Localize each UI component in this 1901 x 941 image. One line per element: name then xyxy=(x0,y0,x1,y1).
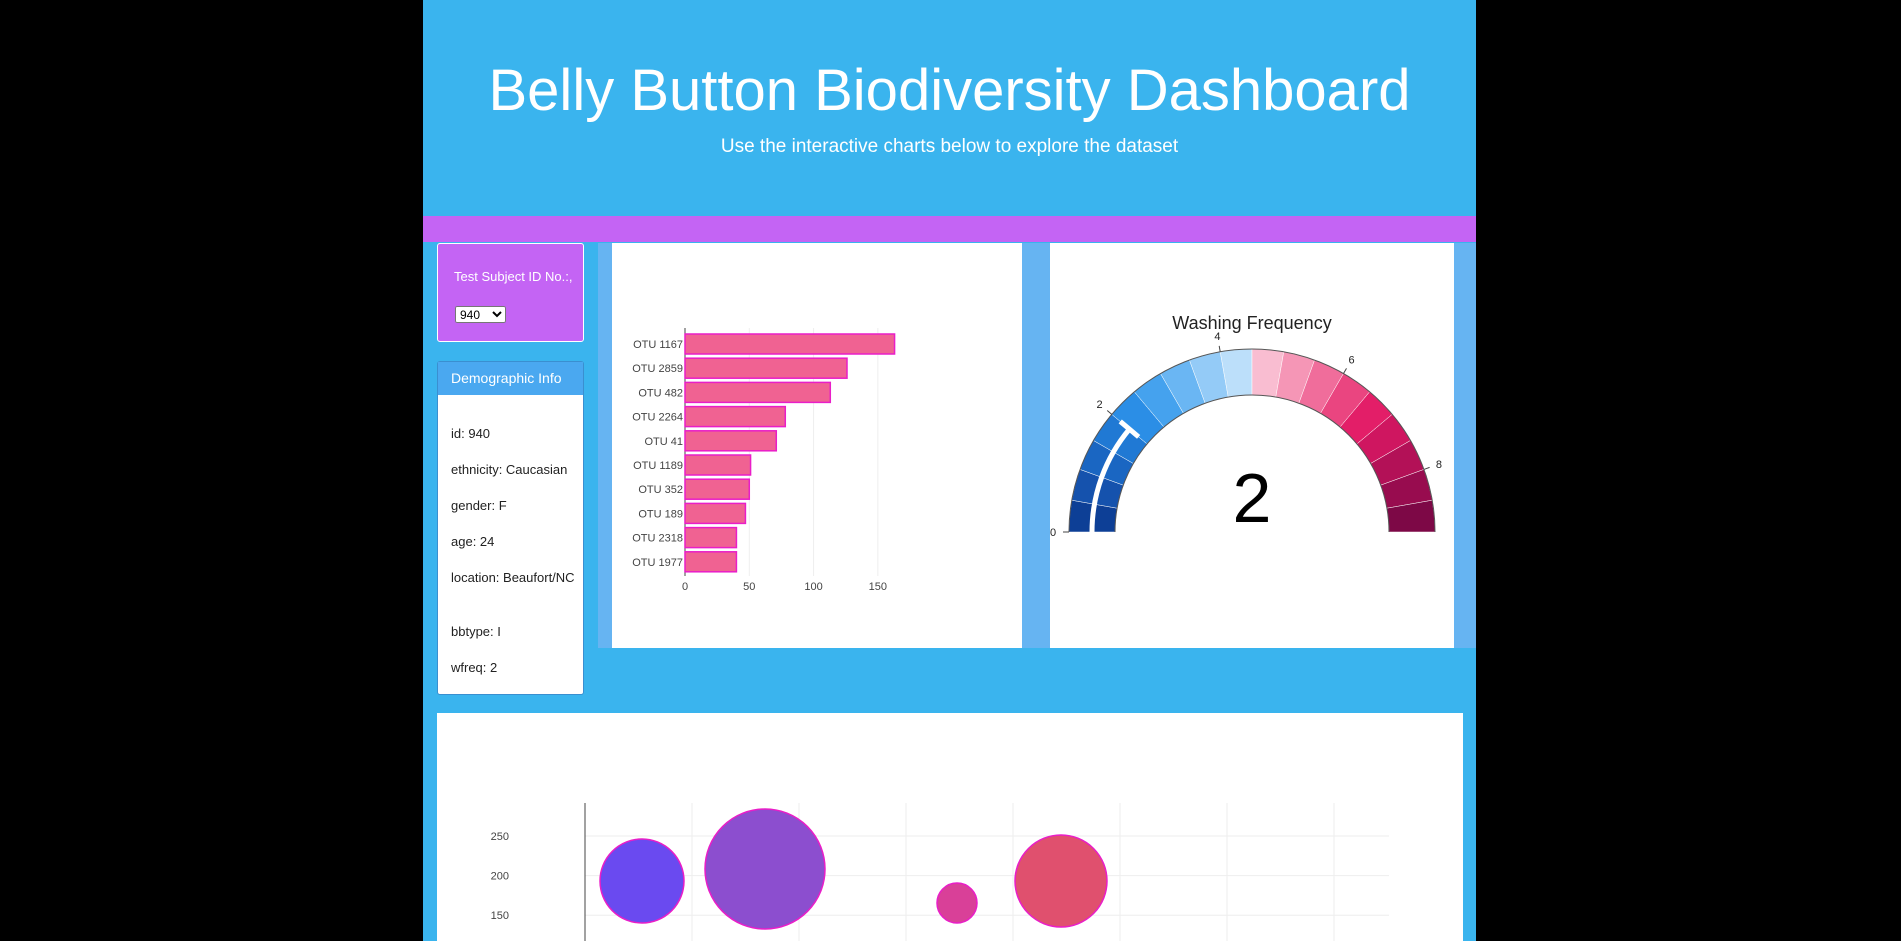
bar-mark xyxy=(684,381,832,404)
gauge-tick xyxy=(1218,345,1221,352)
demographic-item: wfreq: 2 xyxy=(451,660,498,675)
bubble-mark xyxy=(599,838,685,924)
demographic-item: ethnicity: Caucasian xyxy=(451,462,568,477)
bar-category-label: OTU 482 xyxy=(638,387,683,399)
bar-chart: 0 50 100 150 OTU 1167 OTU 2859 OTU 482 OTU 2264… xyxy=(632,328,896,593)
bar-mark xyxy=(684,502,747,525)
demographic-item: age: 24 xyxy=(451,534,495,549)
gauge-tick-label: 6 xyxy=(1348,355,1354,367)
bubble-mark xyxy=(936,882,978,924)
page-title: Belly Button Biodiversity Dashboard xyxy=(488,58,1411,123)
bubble-y-tick-label: 200 xyxy=(491,871,509,883)
bar-category-label: OTU 2264 xyxy=(632,412,683,424)
gauge-chart: Washing Frequency 0 2 4 6 8 2 xyxy=(1050,313,1442,539)
header-banner: Belly Button Biodiversity Dashboard Use … xyxy=(423,0,1476,216)
bar-mark xyxy=(684,478,751,500)
bar-mark xyxy=(684,551,738,573)
demographic-item: id: 940 xyxy=(451,426,491,441)
gauge-tick-label: 0 xyxy=(1050,527,1056,539)
bar-chart-card: 0 50 100 150 OTU 1167 OTU 2859 OTU 482 OTU 2264… xyxy=(612,243,1022,648)
gauge-tick xyxy=(1106,410,1113,415)
demographic-item: bbtype: I xyxy=(451,624,501,639)
bubble-y-tick-label: 250 xyxy=(491,831,509,843)
bar-category-label: OTU 2859 xyxy=(632,363,683,375)
header-divider xyxy=(423,216,1476,242)
bar-mark xyxy=(684,333,896,355)
bar-mark xyxy=(684,454,752,476)
bar-mark xyxy=(684,405,787,428)
bar-category-label: OTU 352 xyxy=(638,484,683,496)
bar-x-tick-label: 50 xyxy=(743,581,755,593)
gauge-chart-card: Washing Frequency 0 2 4 6 8 2 xyxy=(1050,243,1454,648)
bar-mark xyxy=(684,357,848,379)
demographic-info-panel: Demographic Info id: 940 ethnicity: Cauc… xyxy=(437,361,584,695)
bar-category-label: OTU 1189 xyxy=(633,460,683,472)
gauge-tick-label: 4 xyxy=(1214,331,1220,343)
bar-category-label: OTU 1977 xyxy=(632,557,683,569)
bar-mark xyxy=(684,526,738,549)
gauge-value-number: 2 xyxy=(1233,459,1272,537)
bar-x-tick-label: 100 xyxy=(804,581,822,593)
gauge-tick xyxy=(1423,466,1430,470)
bar-x-tick-label: 0 xyxy=(682,581,688,593)
bubble-chart: 150 200 250 xyxy=(491,803,1389,941)
bubble-mark xyxy=(1014,834,1108,928)
bar-category-label: OTU 189 xyxy=(638,508,683,520)
bubble-chart-card: 150 200 250 xyxy=(437,713,1463,941)
bubble-y-tick-label: 150 xyxy=(491,910,509,922)
demographic-heading: Demographic Info xyxy=(438,362,583,395)
bar-category-label: OTU 2318 xyxy=(632,533,683,545)
dashboard-container: Belly Button Biodiversity Dashboard Use … xyxy=(423,0,1476,941)
bubble-mark xyxy=(704,808,826,930)
subject-id-select[interactable]: 940 xyxy=(455,306,506,323)
gauge-tick-label: 8 xyxy=(1436,459,1442,471)
selector-label: Test Subject ID No.:, xyxy=(454,269,573,284)
bar-category-label: OTU 41 xyxy=(644,436,683,448)
demographic-item: location: Beaufort/NC xyxy=(451,570,575,585)
bar-mark xyxy=(684,430,778,452)
bar-category-label: OTU 1167 xyxy=(633,339,683,351)
gauge-title: Washing Frequency xyxy=(1172,313,1331,333)
bar-x-tick-label: 150 xyxy=(869,581,887,593)
demographic-item: gender: F xyxy=(451,498,507,513)
gauge-tick-label: 2 xyxy=(1096,399,1102,411)
subject-selector-panel: Test Subject ID No.:, 940 xyxy=(437,243,584,342)
gauge-tick xyxy=(1343,368,1347,374)
page-subtitle: Use the interactive charts below to expl… xyxy=(720,136,1179,157)
